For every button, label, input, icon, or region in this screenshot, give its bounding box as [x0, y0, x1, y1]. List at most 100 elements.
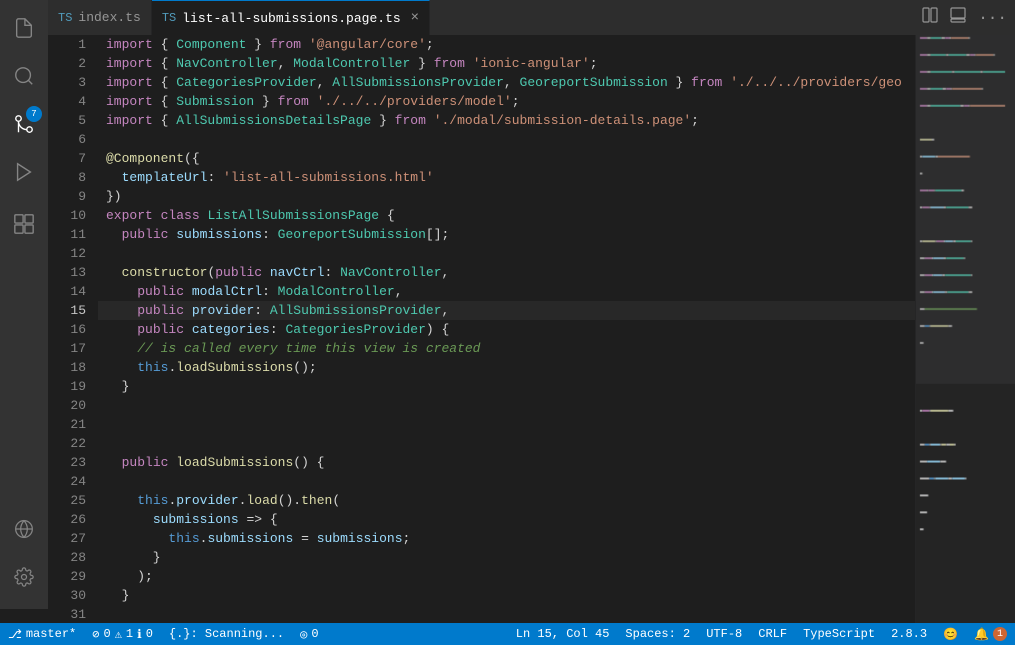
code-line-27: this.submissions = submissions;	[98, 529, 915, 548]
token: NavController	[340, 265, 441, 280]
token: submissions	[207, 531, 293, 546]
token: from	[691, 75, 722, 90]
line-ending-status[interactable]: CRLF	[750, 623, 795, 645]
line-number-6: 6	[48, 130, 86, 149]
token	[106, 531, 168, 546]
settings-icon[interactable]	[0, 553, 48, 601]
line-number-23: 23	[48, 453, 86, 472]
debug-icon[interactable]	[0, 148, 48, 196]
token	[106, 512, 153, 527]
error-icon: ⊘	[92, 627, 99, 642]
tab-index[interactable]: TS index.ts	[48, 0, 152, 35]
token	[465, 56, 473, 71]
tab-index-label: index.ts	[78, 10, 140, 25]
scanning-label: {.}: Scanning...	[169, 627, 284, 641]
code-line-10: export class ListAllSubmissionsPage {	[98, 206, 915, 225]
errors-status[interactable]: ⊘ 0 ⚠ 1 ℹ 0	[84, 623, 161, 645]
line-number-17: 17	[48, 339, 86, 358]
line-number-31: 31	[48, 605, 86, 623]
code-line-1: import { Component } from '@angular/core…	[98, 35, 915, 54]
remote-icon[interactable]	[0, 505, 48, 553]
more-actions-icon[interactable]: ···	[974, 5, 1011, 31]
code-editor[interactable]: 1234567891011121314151617181920212223242…	[48, 35, 1015, 623]
line-number-10: 10	[48, 206, 86, 225]
branch-label: master*	[26, 627, 76, 641]
token: }	[254, 94, 277, 109]
token: submissions	[317, 531, 403, 546]
line-number-12: 12	[48, 244, 86, 263]
activity-bar: 7	[0, 0, 48, 609]
token: }	[371, 113, 394, 128]
token: CategoriesProvider	[176, 75, 316, 90]
token: {	[153, 94, 176, 109]
notification-icon[interactable]: 🔔 1	[966, 623, 1015, 645]
cursor-status[interactable]: Ln 15, Col 45	[508, 623, 618, 645]
line-number-18: 18	[48, 358, 86, 377]
branch-status[interactable]: ⎇ master*	[0, 623, 84, 645]
token: import	[106, 113, 153, 128]
language-status[interactable]: TypeScript	[795, 623, 883, 645]
token: ;	[691, 113, 699, 128]
spaces-status[interactable]: Spaces: 2	[617, 623, 698, 645]
token: '@angular/core'	[309, 37, 426, 52]
token: }	[668, 75, 691, 90]
split-editor-icon[interactable]	[918, 3, 942, 32]
token: loadSubmissions	[176, 360, 293, 375]
token: ;	[590, 56, 598, 71]
line-number-14: 14	[48, 282, 86, 301]
token: navCtrl	[270, 265, 325, 280]
tab-bar-actions: ···	[918, 0, 1015, 35]
code-line-3: import { CategoriesProvider, AllSubmissi…	[98, 73, 915, 92]
version-label: 2.8.3	[891, 627, 927, 641]
token: ().	[278, 493, 301, 508]
tab-bar: TS index.ts TS list-all-submissions.page…	[48, 0, 1015, 35]
token	[106, 170, 122, 185]
search-icon[interactable]	[0, 52, 48, 100]
editor-area: 1234567891011121314151617181920212223242…	[48, 35, 1015, 623]
version-status[interactable]: 2.8.3	[883, 623, 935, 645]
tab-list-close[interactable]: ×	[411, 11, 419, 25]
line-numbers: 1234567891011121314151617181920212223242…	[48, 35, 98, 623]
files-icon[interactable]	[0, 4, 48, 52]
line-number-8: 8	[48, 168, 86, 187]
token: import	[106, 56, 153, 71]
token: load	[246, 493, 277, 508]
token	[106, 227, 122, 242]
code-line-24	[98, 472, 915, 491]
spaces-label: Spaces: 2	[625, 627, 690, 641]
token: ;	[426, 37, 434, 52]
token: from	[434, 56, 465, 71]
feedback-icon[interactable]: 😊	[935, 623, 966, 645]
token: ,	[442, 303, 450, 318]
code-line-17: // is called every time this view is cre…	[98, 339, 915, 358]
token	[106, 322, 137, 337]
token: (	[332, 493, 340, 508]
token: }	[410, 56, 433, 71]
cursor-position: Ln 15, Col 45	[516, 627, 610, 641]
warning-count: 1	[126, 627, 133, 641]
source-control-icon[interactable]: 7	[0, 100, 48, 148]
layout-icon[interactable]	[946, 3, 970, 32]
token: 'list-all-submissions.html'	[223, 170, 434, 185]
problems-status[interactable]: ◎ 0	[292, 623, 326, 645]
code-content[interactable]: import { Component } from '@angular/core…	[98, 35, 915, 623]
line-number-15: 15	[48, 301, 86, 320]
extensions-icon[interactable]	[0, 200, 48, 248]
encoding-status[interactable]: UTF-8	[698, 623, 750, 645]
code-line-29: );	[98, 567, 915, 586]
scanning-status[interactable]: {.}: Scanning...	[161, 623, 292, 645]
token	[184, 303, 192, 318]
tab-list-icon: TS	[162, 11, 176, 25]
token: this	[168, 531, 199, 546]
token: })	[106, 189, 122, 204]
problems-count: 0	[311, 627, 318, 641]
tab-list[interactable]: TS list-all-submissions.page.ts ×	[152, 0, 430, 35]
token	[106, 455, 122, 470]
token: () {	[293, 455, 324, 470]
info-icon: ℹ	[137, 627, 142, 642]
token: }	[106, 550, 161, 565]
token	[106, 265, 122, 280]
token: ,	[317, 75, 333, 90]
status-right: Ln 15, Col 45 Spaces: 2 UTF-8 CRLF TypeS…	[508, 623, 1015, 645]
code-line-9: })	[98, 187, 915, 206]
